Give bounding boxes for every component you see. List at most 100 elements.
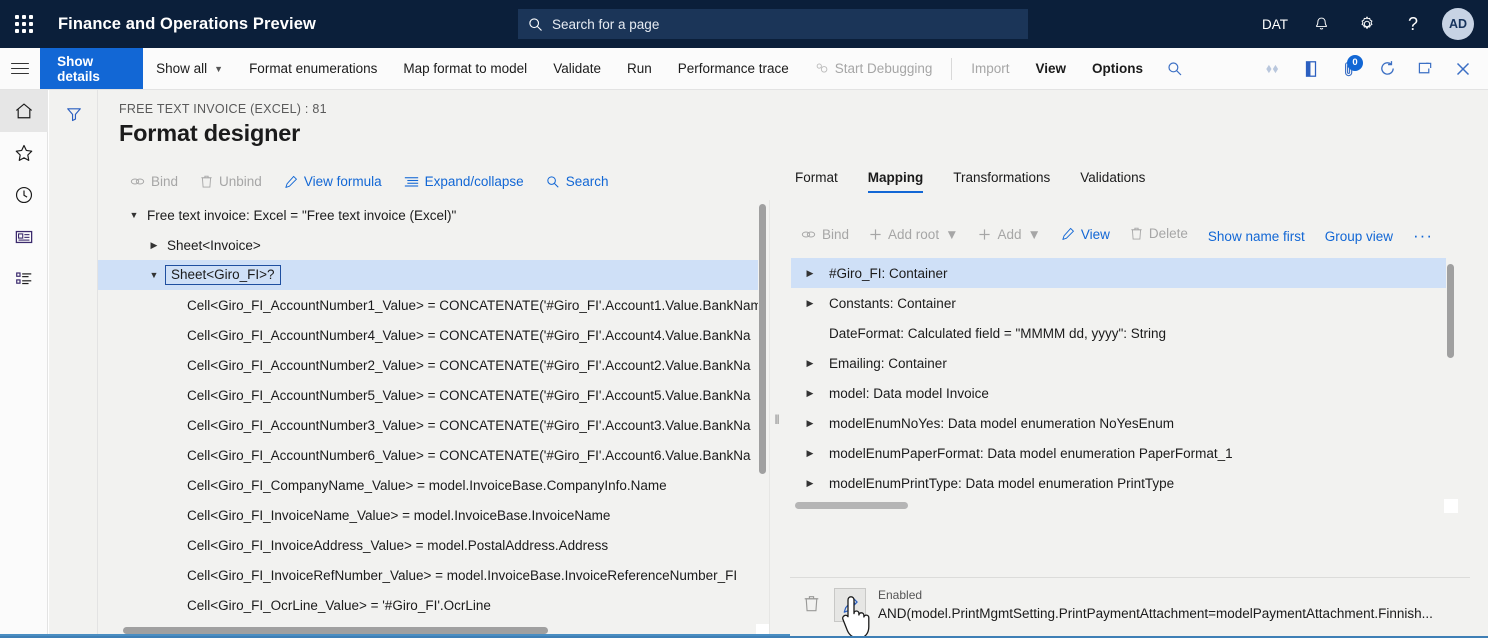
format-tree[interactable]: ▼Free text invoice: Excel = "Free text i…: [98, 200, 758, 638]
workspaces-icon[interactable]: [0, 216, 48, 258]
format-tree-row[interactable]: ▼Free text invoice: Excel = "Free text i…: [98, 200, 758, 230]
command-run[interactable]: Run: [614, 48, 665, 90]
tab-validations[interactable]: Validations: [1080, 170, 1159, 193]
format-tree-row[interactable]: ▶Cell<Giro_FI_InvoiceAddress_Value> = mo…: [98, 530, 758, 560]
tab-mapping[interactable]: Mapping: [868, 170, 938, 193]
twisty-collapsed-icon[interactable]: ▶: [143, 240, 165, 251]
format-tree-row[interactable]: ▶Cell<Giro_FI_CompanyName_Value> = model…: [98, 470, 758, 500]
hamburger-menu-icon[interactable]: [0, 48, 40, 89]
format-tree-row[interactable]: ▶Cell<Giro_FI_AccountNumber2_Value> = CO…: [98, 350, 758, 380]
format-tree-row[interactable]: ▶Cell<Giro_FI_AccountNumber4_Value> = CO…: [98, 320, 758, 350]
tab-transformations[interactable]: Transformations: [953, 170, 1064, 193]
overflow-menu-icon[interactable]: ···: [1403, 227, 1443, 244]
attachment-count-badge: 0: [1347, 55, 1363, 71]
command-options[interactable]: Options: [1079, 48, 1156, 90]
format-tree-row[interactable]: ▼Sheet<Giro_FI>?: [98, 260, 758, 290]
bell-icon[interactable]: [1298, 0, 1344, 48]
open-in-new-window-icon[interactable]: [1406, 48, 1444, 90]
panel-splitter[interactable]: ‖: [769, 200, 783, 638]
close-icon[interactable]: [1444, 48, 1482, 90]
clock-recent-icon[interactable]: [0, 174, 48, 216]
splitter-grip-icon: ‖: [774, 412, 778, 427]
twisty-collapsed-icon[interactable]: ▶: [791, 268, 829, 279]
avatar[interactable]: AD: [1442, 8, 1474, 40]
mapping-tree-horizontal-scrollbar[interactable]: [795, 501, 1445, 510]
format-tree-vertical-scrollbar[interactable]: [758, 204, 767, 624]
gears-icon: [815, 62, 830, 75]
star-favorites-icon[interactable]: [0, 132, 48, 174]
attachment-icon[interactable]: 0: [1330, 48, 1368, 90]
twisty-collapsed-icon[interactable]: ▶: [791, 298, 829, 309]
twisty-expanded-icon[interactable]: ▼: [123, 210, 145, 220]
refresh-icon[interactable]: [1368, 48, 1406, 90]
mapping-tree-row-label: #Giro_FI: Container: [829, 266, 948, 281]
format-tree-row[interactable]: ▶Cell<Giro_FI_AccountNumber1_Value> = CO…: [98, 290, 758, 320]
global-search-input[interactable]: Search for a page: [518, 9, 1028, 39]
format-tree-row[interactable]: ▶Sheet<Invoice>: [98, 230, 758, 260]
enabled-field: Enabled AND(model.PrintMgmtSetting.Print…: [878, 588, 1433, 621]
twisty-collapsed-icon[interactable]: ▶: [791, 388, 829, 399]
mapping-tree-row[interactable]: ▶modelEnumPaperFormat: Data model enumer…: [791, 438, 1446, 468]
mapping-tree-row[interactable]: ▶model: Data model Invoice: [791, 378, 1446, 408]
twisty-expanded-icon[interactable]: ▼: [143, 270, 165, 280]
command-show-all[interactable]: Show all▼: [143, 48, 236, 90]
modules-list-icon[interactable]: [0, 258, 48, 300]
command-format-enumerations[interactable]: Format enumerations: [236, 48, 390, 90]
mapping-tree-vscroll-thumb[interactable]: [1447, 264, 1454, 358]
show-name-first-button[interactable]: Show name first: [1198, 225, 1315, 248]
format-tree-row[interactable]: ▶Cell<Giro_FI_AccountNumber5_Value> = CO…: [98, 380, 758, 410]
format-tree-vscroll-thumb[interactable]: [759, 204, 766, 474]
waffle-grid-icon[interactable]: [0, 0, 48, 48]
bind-button: Bind: [119, 170, 189, 193]
format-tree-hscroll-thumb[interactable]: [123, 627, 548, 634]
format-tree-row[interactable]: ▶Cell<Giro_FI_InvoiceName_Value> = model…: [98, 500, 758, 530]
view-formula-button[interactable]: View formula: [273, 170, 393, 193]
mapping-tree-row[interactable]: ▶Emailing: Container: [791, 348, 1446, 378]
company-indicator[interactable]: DAT: [1252, 0, 1298, 48]
mapping-tree[interactable]: ▶#Giro_FI: Container▶Constants: Containe…: [791, 258, 1446, 498]
twisty-collapsed-icon[interactable]: ▶: [791, 418, 829, 429]
view-button[interactable]: View: [1051, 223, 1120, 246]
format-tree-row-label: Sheet<Giro_FI>?: [165, 265, 281, 285]
tab-format[interactable]: Format: [795, 170, 852, 193]
global-search-placeholder: Search for a page: [552, 17, 659, 32]
mapping-tree-row[interactable]: ▶Constants: Container: [791, 288, 1446, 318]
mapping-tree-row[interactable]: ▶DateFormat: Calculated field = "MMMM dd…: [791, 318, 1446, 348]
command-separator: [951, 58, 952, 80]
format-tree-row[interactable]: ▶Cell<Giro_FI_AccountNumber3_Value> = CO…: [98, 410, 758, 440]
enabled-field-value[interactable]: AND(model.PrintMgmtSetting.PrintPaymentA…: [878, 606, 1433, 621]
command-performance-trace[interactable]: Performance trace: [665, 48, 802, 90]
mapping-tree-vertical-scrollbar[interactable]: [1446, 262, 1455, 500]
gear-icon[interactable]: [1344, 0, 1390, 48]
toolbar-label: Expand/collapse: [425, 174, 524, 189]
format-tree-row[interactable]: ▶Cell<Giro_FI_InvoiceRefNumber_Value> = …: [98, 560, 758, 590]
group-view-button[interactable]: Group view: [1315, 225, 1403, 248]
command-validate[interactable]: Validate: [540, 48, 614, 90]
search-button[interactable]: Search: [535, 170, 620, 193]
show-details-button[interactable]: Show details: [40, 48, 143, 89]
mapping-tree-row[interactable]: ▶modelEnumPrintType: Data model enumerat…: [791, 468, 1446, 498]
home-icon[interactable]: [0, 90, 48, 132]
expand-collapse-button[interactable]: Expand/collapse: [393, 170, 535, 193]
twisty-collapsed-icon[interactable]: ▶: [791, 448, 829, 459]
funnel-filter-icon[interactable]: [49, 90, 98, 130]
format-tree-row[interactable]: ▶Cell<Giro_FI_OcrLine_Value> = '#Giro_FI…: [98, 590, 758, 620]
diamonds-icon[interactable]: [1254, 48, 1292, 90]
chevron-down-icon: ▼: [214, 64, 223, 74]
mapping-tree-row[interactable]: ▶modelEnumNoYes: Data model enumeration …: [791, 408, 1446, 438]
office-app-icon[interactable]: [1292, 48, 1330, 90]
command-view[interactable]: View: [1022, 48, 1079, 90]
format-tree-row-label: Cell<Giro_FI_AccountNumber5_Value> = CON…: [185, 388, 753, 403]
question-mark-icon[interactable]: ?: [1390, 0, 1436, 48]
command-map-format-to-model[interactable]: Map format to model: [390, 48, 540, 90]
twisty-collapsed-icon[interactable]: ▶: [791, 358, 829, 369]
mapping-tree-row[interactable]: ▶#Giro_FI: Container: [791, 258, 1446, 288]
twisty-collapsed-icon[interactable]: ▶: [791, 478, 829, 489]
edit-formula-button[interactable]: [834, 588, 866, 622]
trash-icon[interactable]: [796, 588, 826, 618]
search-icon[interactable]: [1156, 48, 1194, 90]
unbind-button: Unbind: [189, 170, 273, 193]
mapping-tree-hscroll-thumb[interactable]: [795, 502, 908, 509]
delete-button: Delete: [1120, 222, 1198, 245]
format-tree-row[interactable]: ▶Cell<Giro_FI_AccountNumber6_Value> = CO…: [98, 440, 758, 470]
